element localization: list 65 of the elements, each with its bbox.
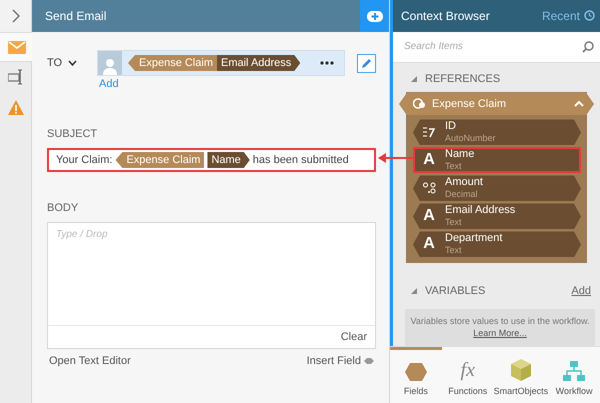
hexagon-icon <box>404 363 427 381</box>
toolbar-tab[interactable]: fx Functions <box>442 347 494 403</box>
autonumber-icon <box>423 126 435 138</box>
subject-text: has been submitted <box>252 154 349 166</box>
field-token: Name <box>207 152 250 168</box>
section-label: SUBJECT <box>47 128 98 140</box>
warning-icon <box>8 100 24 114</box>
body-editor[interactable]: Type / Drop Clear <box>47 222 376 349</box>
panel-title: Context Browser <box>401 8 490 23</box>
clock-icon <box>584 10 595 22</box>
field-item[interactable]: ID AutoNumber <box>413 119 581 146</box>
insert-field-button[interactable]: Insert Field <box>306 355 374 367</box>
object-icon <box>413 98 425 110</box>
text-type-icon: A <box>423 235 435 254</box>
toolbar-tab[interactable]: SmartObjects <box>494 347 548 403</box>
cube-icon <box>510 359 531 381</box>
field-type: Text <box>445 216 463 228</box>
search-box[interactable]: Search Items <box>393 32 600 63</box>
section-label: VARIABLES <box>425 285 486 298</box>
field-name: Amount <box>445 176 483 188</box>
object-token: Expense Claim <box>115 152 204 168</box>
field-name: Email Address <box>445 204 516 216</box>
clear-button[interactable]: Clear <box>340 331 367 343</box>
more-icon <box>320 61 334 65</box>
section-label: REFERENCES <box>425 72 500 85</box>
toolbar-tab[interactable]: Fields <box>390 347 442 403</box>
field-type: Text <box>445 160 463 172</box>
workflow-tree-icon <box>563 361 586 381</box>
pencil-icon <box>361 58 372 68</box>
learn-more-link[interactable]: Learn More... <box>473 328 527 338</box>
add-button[interactable] <box>360 0 389 32</box>
field-token: Email Address <box>216 55 300 71</box>
annotation-arrow <box>378 152 415 164</box>
decimal-icon <box>422 182 436 194</box>
field-name: ID <box>445 120 457 132</box>
field-name: Name <box>445 148 474 160</box>
field-item[interactable]: Amount Decimal <box>413 175 581 202</box>
panel-title: Send Email <box>45 9 106 23</box>
field-type: Decimal <box>445 188 479 200</box>
recipient-field[interactable]: Expense Claim Email Address <box>97 50 345 76</box>
open-text-editor-link[interactable]: Open Text Editor <box>49 355 131 367</box>
subject-text: Your Claim: <box>56 154 112 166</box>
text-type-icon: A <box>423 151 435 170</box>
person-silhouette-icon <box>103 57 117 75</box>
add-link[interactable]: Add <box>571 285 591 298</box>
edit-button[interactable] <box>357 54 376 72</box>
section-label: BODY <box>47 202 80 214</box>
field-type: Text <box>445 244 463 256</box>
plus-icon <box>366 10 382 22</box>
to-label: TO <box>47 57 62 69</box>
envelope-icon <box>8 40 26 54</box>
token-icon <box>364 358 374 364</box>
object-token: Expense Claim <box>128 55 217 71</box>
search-icon <box>582 40 594 53</box>
subject-field[interactable]: Your Claim: Expense Claim Name has been submitted <box>47 148 376 172</box>
text-field-icon <box>8 69 24 85</box>
text-type-icon: A <box>423 207 435 226</box>
chevron-down-icon <box>68 60 78 66</box>
field-name: Department <box>445 232 502 244</box>
toolbar-tab[interactable]: Workflow <box>548 347 600 403</box>
info-text: Variables store values to use in the workflow. <box>410 316 590 326</box>
expand-chevron-icon <box>12 9 20 23</box>
function-icon: fx <box>460 359 475 381</box>
search-field[interactable]: Search Items <box>402 40 582 54</box>
field-type: AutoNumber <box>445 132 496 144</box>
